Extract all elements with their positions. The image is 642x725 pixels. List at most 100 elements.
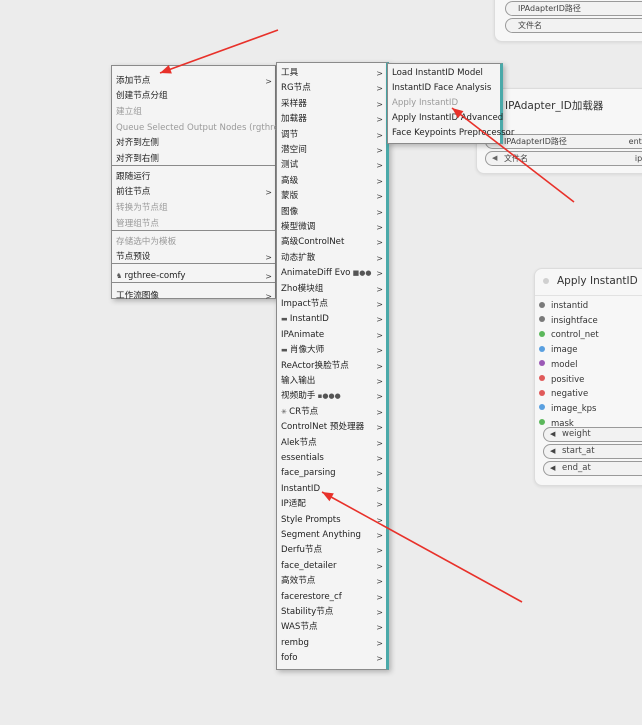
decrement-icon[interactable]: ◀ xyxy=(550,462,555,475)
menu-item-7[interactable]: 前往节点 > xyxy=(112,185,275,200)
add-node-category-15[interactable]: Impact节点 > xyxy=(277,297,386,312)
add-node-category-0[interactable]: 工具 > xyxy=(277,66,386,81)
add-node-category-11[interactable]: 高级ControlNet > xyxy=(277,235,386,250)
menu-item-label: Stability节点 xyxy=(281,607,334,617)
add-node-category-16[interactable]: ▬ InstantID > xyxy=(277,312,386,327)
instantid-node-2[interactable]: Apply InstantID xyxy=(388,96,500,111)
add-node-category-19[interactable]: ReActor换脸节点 > xyxy=(277,359,386,374)
add-node-category-38[interactable]: fofo > xyxy=(277,651,386,666)
add-node-category-25[interactable]: essentials > xyxy=(277,451,386,466)
decrement-icon[interactable]: ◀ xyxy=(492,152,497,165)
menu-item-label: Derfu节点 xyxy=(281,545,323,556)
instantid-node-1[interactable]: InstantID Face Analysis xyxy=(388,81,500,96)
menu-item-8[interactable]: 转换为节点组 xyxy=(112,201,275,216)
menu-item-2[interactable]: 建立组 xyxy=(112,105,275,120)
chevron-right-icon: > xyxy=(376,484,383,494)
add-node-category-20[interactable]: 输入输出 > xyxy=(277,374,386,389)
add-node-category-7[interactable]: 高级 > xyxy=(277,174,386,189)
add-node-category-4[interactable]: 调节 > xyxy=(277,128,386,143)
add-node-category-21[interactable]: 视频助手 ▪●●● > xyxy=(277,389,386,404)
menu-item-0[interactable]: 添加节点 > xyxy=(112,74,275,89)
instantid-node-3[interactable]: Apply InstantID Advanced xyxy=(388,111,503,126)
add-node-category-36[interactable]: WAS节点 > xyxy=(277,620,386,635)
add-node-category-14[interactable]: Zho模块组 > xyxy=(277,282,386,297)
add-node-category-29[interactable]: Style Prompts > xyxy=(277,513,386,528)
add-node-category-37[interactable]: rembg > xyxy=(277,636,386,651)
slot-dot-icon[interactable] xyxy=(539,360,545,367)
add-node-category-23[interactable]: ControlNet 预处理器 > xyxy=(277,420,386,435)
add-node-category-24[interactable]: Alek节点 > xyxy=(277,436,386,451)
input-slot-positive[interactable]: positive xyxy=(539,373,584,387)
input-slot-control_net[interactable]: control_net xyxy=(539,328,599,342)
filename-widget[interactable]: ◀ 文件名 ip-a xyxy=(485,151,642,166)
input-slot-negative[interactable]: negative xyxy=(539,387,588,401)
add-node-category-10[interactable]: 模型微调 > xyxy=(277,220,386,235)
add-node-category-1[interactable]: RG节点 > xyxy=(277,81,386,96)
instantid-node-0[interactable]: Load InstantID Model xyxy=(388,66,500,81)
slot-dot-icon[interactable] xyxy=(539,316,545,323)
decrement-icon[interactable]: ◀ xyxy=(550,428,555,441)
add-node-category-31[interactable]: Derfu节点 > xyxy=(277,543,386,558)
input-slot-image[interactable]: image xyxy=(539,343,577,357)
add-node-category-6[interactable]: 测试 > xyxy=(277,158,386,173)
add-node-category-3[interactable]: 加载器 > xyxy=(277,112,386,127)
add-node-category-9[interactable]: 图像 > xyxy=(277,205,386,220)
slot-dot-icon[interactable] xyxy=(539,419,545,426)
input-slot-instantid[interactable]: instantid xyxy=(539,299,588,313)
input-slot-model[interactable]: model xyxy=(539,358,577,372)
menu-item-3[interactable]: Queue Selected Output Nodes (rgthree) xyxy=(112,121,287,136)
end_at-widget[interactable]: ◀ end_at xyxy=(543,461,642,476)
canvas-context-menu: 添加节点 > 创建节点分组 建立组 Queue Selected Output Node… xyxy=(111,65,287,301)
menu-item-6[interactable]: 跟随运行 xyxy=(112,170,275,185)
add-node-category-30[interactable]: Segment Anything > xyxy=(277,528,386,543)
slot-dot-icon[interactable] xyxy=(539,330,545,337)
add-node-category-28[interactable]: IP适配 > xyxy=(277,497,386,512)
input-slot-image_kps[interactable]: image_kps xyxy=(539,402,596,416)
slot-dot-icon[interactable] xyxy=(539,389,545,396)
chevron-right-icon: > xyxy=(376,253,383,263)
add-node-category-33[interactable]: 高效节点 > xyxy=(277,574,386,589)
slot-dot-icon[interactable] xyxy=(539,404,545,411)
slot-dot-icon[interactable] xyxy=(539,345,545,352)
add-node-category-34[interactable]: facerestore_cf > xyxy=(277,590,386,605)
menu-item-4[interactable]: 对齐到左侧 xyxy=(112,136,275,151)
input-slot-insightface[interactable]: insightface xyxy=(539,314,598,328)
menu-item-label: 高级ControlNet xyxy=(281,237,345,248)
add-node-category-12[interactable]: 动态扩散 > xyxy=(277,251,386,266)
instantid-node-4[interactable]: Face Keypoints Preprocessor xyxy=(388,126,514,141)
add-node-category-26[interactable]: face_parsing > xyxy=(277,466,386,481)
apply-instantid-node[interactable]: Apply InstantID instantid insightface cont… xyxy=(534,268,642,486)
add-node-category-27[interactable]: InstantID > xyxy=(277,482,386,497)
chevron-right-icon: > xyxy=(376,515,383,525)
weight-widget[interactable]: ◀ weight xyxy=(543,427,642,442)
add-node-category-18[interactable]: ▬ 肖像大师 > xyxy=(277,343,386,358)
ipadapter-path-widget[interactable]: IPAdapterID路径 xyxy=(505,1,642,16)
start_at-widget[interactable]: ◀ start_at xyxy=(543,444,642,459)
add-node-category-2[interactable]: 采样器 > xyxy=(277,97,386,112)
menu-item-label: 管理组节点 xyxy=(116,219,159,229)
add-node-category-5[interactable]: 潜空间 > xyxy=(277,143,386,158)
chevron-right-icon: > xyxy=(376,623,383,633)
filename-widget[interactable]: 文件名 xyxy=(505,18,642,33)
decrement-icon[interactable]: ◀ xyxy=(550,445,555,458)
add-node-category-17[interactable]: IPAnimate > xyxy=(277,328,386,343)
chevron-right-icon: > xyxy=(376,423,383,433)
add-node-category-35[interactable]: Stability节点 > xyxy=(277,605,386,620)
add-node-category-13[interactable]: AnimateDiff Evo ■●● > xyxy=(277,266,386,281)
menu-item-1[interactable]: 创建节点分组 xyxy=(112,89,275,104)
ipadapter-top-node: IPAdapterID路径 文件名 xyxy=(494,0,642,42)
node-title: IPAdapter_ID加载器 xyxy=(505,100,604,112)
menu-item-label: AnimateDiff Evo xyxy=(281,268,351,279)
slot-dot-icon[interactable] xyxy=(539,301,545,308)
add-node-submenu: 工具 > RG节点 > 采样器 > 加载器 > 调节 > 潜空间 > 测试 > 高级 > 蒙版 > 图像 > 模型微调 >… xyxy=(276,62,389,670)
add-node-category-22[interactable]: ✳ CR节点 > xyxy=(277,405,386,420)
add-node-category-32[interactable]: face_detailer > xyxy=(277,559,386,574)
collapse-dot-icon[interactable] xyxy=(543,278,549,284)
menu-item-label: RG节点 xyxy=(281,83,311,94)
slot-dot-icon[interactable] xyxy=(539,375,545,381)
input-label: model xyxy=(551,359,578,370)
menu-item-label: face_parsing xyxy=(281,468,336,479)
menu-item-13[interactable]: 工作流图像 > xyxy=(112,289,275,304)
add-node-category-8[interactable]: 蒙版 > xyxy=(277,189,386,204)
menu-item-10[interactable]: 存储选中为模板 xyxy=(112,235,275,250)
